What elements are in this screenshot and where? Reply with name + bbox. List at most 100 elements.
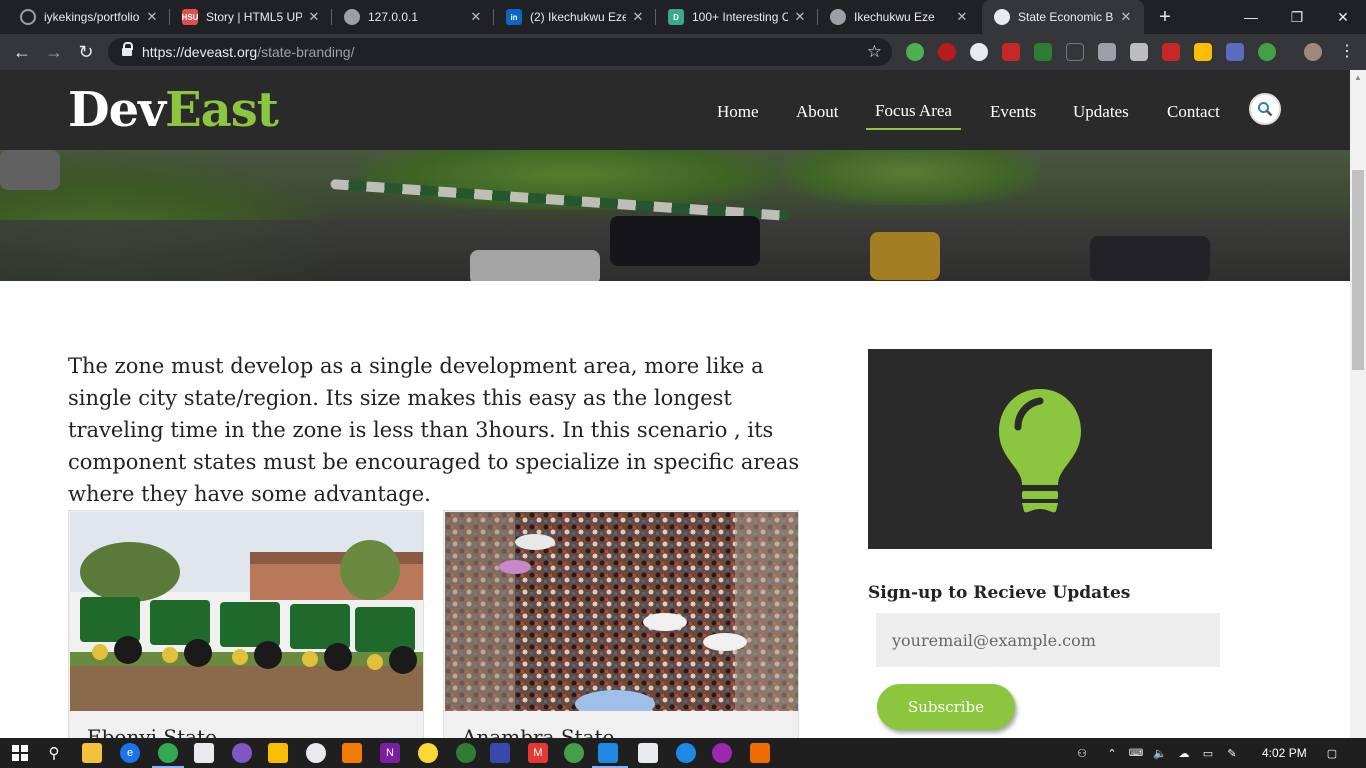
profile-avatar[interactable] [1304,43,1322,61]
vscode-icon[interactable] [598,743,618,763]
url-path: /state-branding/ [257,44,355,60]
browser-tab[interactable]: iykekings/portfolio ✕ [8,0,170,34]
lightbulb-feature-box [868,349,1212,549]
scroll-up-icon[interactable]: ▲ [1350,70,1366,86]
app-icon[interactable] [490,743,510,763]
back-icon[interactable]: ← [10,40,34,64]
extension-icon[interactable] [1130,43,1148,61]
gmail-icon[interactable]: M [528,743,548,763]
close-tab-icon[interactable]: ✕ [630,9,646,25]
close-window-icon[interactable]: ✕ [1320,0,1366,34]
browser-tab-strip: iykekings/portfolio ✕ HSU Story | HTML5 … [0,0,1366,34]
browser-tab[interactable]: 127.0.0.1 ✕ [332,0,494,34]
pdf-icon[interactable] [1002,43,1020,61]
subscribe-button[interactable]: Subscribe [877,684,1015,730]
app-icon[interactable] [750,743,770,763]
people-icon[interactable]: ⚇ [1072,743,1092,763]
extension-icon[interactable] [906,43,924,61]
app-icon[interactable] [306,743,326,763]
nav-updates[interactable]: Updates [1073,102,1129,122]
vlc-icon[interactable] [342,743,362,763]
close-tab-icon[interactable]: ✕ [306,9,322,25]
nav-contact[interactable]: Contact [1167,102,1220,122]
ublock-icon[interactable] [938,43,956,61]
menu-icon[interactable]: ⋮ [1338,43,1356,61]
google-drive-icon[interactable] [1194,43,1212,61]
extension-icon[interactable] [1258,43,1276,61]
extension-icon[interactable] [970,43,988,61]
minimize-icon[interactable]: — [1228,0,1274,34]
notifications-icon[interactable]: ▢ [1322,743,1342,763]
network-icon[interactable]: ▭ [1198,743,1218,763]
app-icon[interactable] [456,743,476,763]
nav-home[interactable]: Home [717,102,759,122]
app-icon[interactable] [638,743,658,763]
windows-start-icon[interactable] [10,743,30,763]
state-card-anambra[interactable]: Anambra State [443,510,799,750]
tab-title: 127.0.0.1 [368,10,419,24]
file-explorer-icon[interactable] [82,743,102,763]
page-scrollbar[interactable]: ▲ [1350,70,1366,738]
tab-title: Story | HTML5 UP [206,10,302,24]
address-bar[interactable]: https://deveast.org/state-branding/ ☆ [108,38,892,66]
linkedin-icon: in [506,9,522,25]
tab-title: State Economic Br [1018,10,1114,24]
sticky-notes-icon[interactable] [268,743,288,763]
scrollbar-thumb[interactable] [1352,170,1364,370]
extension-icon[interactable] [1098,43,1116,61]
extension-icon[interactable] [1034,43,1052,61]
search-icon[interactable]: ⚲ [44,743,64,763]
input-indicator-icon[interactable]: ⌨ [1126,743,1146,763]
market-crowd-image [445,512,798,711]
d-icon: D [668,9,684,25]
site-header: DevEast Home About Focus Area Events Upd… [0,70,1350,150]
nav-about[interactable]: About [796,102,839,122]
browser-tab[interactable]: Ikechukwu Eze ✕ [818,0,980,34]
globe-icon [830,9,846,25]
close-tab-icon[interactable]: ✕ [954,9,970,25]
lightbulb-icon [999,389,1081,513]
state-card-ebonyi[interactable]: Ebonyi State [68,510,424,750]
nav-events[interactable]: Events [990,102,1036,122]
onenote-icon[interactable]: N [380,743,400,763]
volume-icon[interactable]: 🔈 [1150,743,1170,763]
whatsapp-icon[interactable] [564,743,584,763]
slack-icon[interactable] [712,743,732,763]
extension-icon[interactable] [1162,43,1180,61]
cloud-icon[interactable]: ☁ [1174,743,1194,763]
app-icon[interactable] [418,743,438,763]
mail-icon[interactable] [194,743,214,763]
forward-icon[interactable]: → [42,40,66,64]
clock-time[interactable]: 4:02 PM [1262,746,1307,760]
nav-focus-area[interactable]: Focus Area [866,101,961,130]
search-button[interactable] [1249,93,1281,125]
chevron-up-icon[interactable]: ⌃ [1102,743,1122,763]
windows-taskbar: ⚲ e N M ⚇ ⌃ ⌨ 🔈 ☁ ▭ ✎ 4:02 PM ▢ [0,738,1366,768]
site-logo[interactable]: DevEast [68,82,279,138]
close-tab-icon[interactable]: ✕ [144,9,160,25]
signup-heading: Sign-up to Recieve Updates [868,583,1131,603]
browser-tab[interactable]: in (2) Ikechukwu Eze ✕ [494,0,656,34]
new-tab-button[interactable]: + [1155,6,1175,28]
restore-icon[interactable]: ❐ [1274,0,1320,34]
reload-icon[interactable]: ↻ [74,40,98,64]
browser-tab[interactable]: D 100+ Interesting C ✕ [656,0,818,34]
bookmark-star-icon[interactable]: ☆ [867,42,882,62]
app-icon[interactable] [232,743,252,763]
html5up-icon: HSU [182,9,198,25]
close-tab-icon[interactable]: ✕ [1118,9,1134,25]
email-field[interactable] [876,613,1220,667]
extension-icon[interactable] [1226,43,1244,61]
pen-icon[interactable]: ✎ [1222,743,1242,763]
extension-icon[interactable] [1066,43,1084,61]
browser-tab[interactable]: HSU Story | HTML5 UP ✕ [170,0,332,34]
edge-icon[interactable]: e [120,743,140,763]
zoom-icon[interactable] [676,743,696,763]
browser-tab-active[interactable]: State Economic Br ✕ [982,0,1144,34]
github-icon [20,9,36,25]
globe-icon [344,9,360,25]
close-tab-icon[interactable]: ✕ [468,9,484,25]
chrome-icon[interactable] [158,743,178,763]
tractors-image [70,512,423,711]
close-tab-icon[interactable]: ✕ [792,9,808,25]
